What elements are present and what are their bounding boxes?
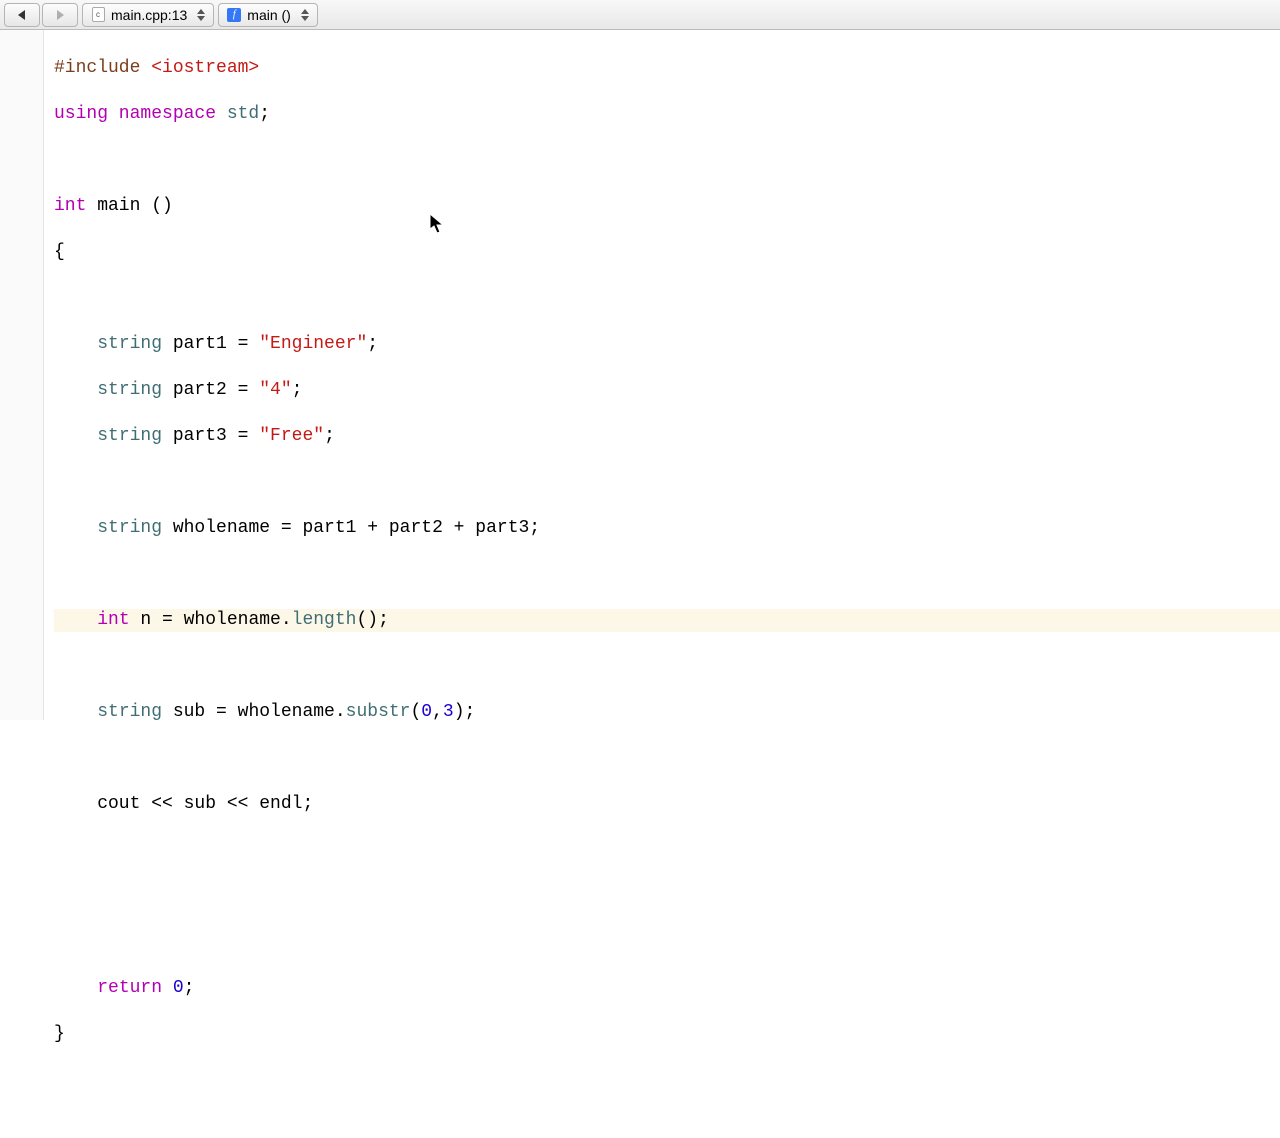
brace: { xyxy=(54,242,65,262)
code-line xyxy=(54,839,1280,862)
nav-forward-button[interactable] xyxy=(42,3,78,27)
code-editor[interactable]: #include <iostream> using namespace std;… xyxy=(44,30,1280,720)
header: <iostream> xyxy=(151,58,259,78)
type: string xyxy=(97,426,162,446)
punct: ( xyxy=(410,702,421,722)
number: 0 xyxy=(173,978,184,998)
identifier: part3 = xyxy=(162,426,259,446)
code-line: } xyxy=(54,1023,1280,1046)
method: length xyxy=(292,610,357,630)
punct: ; xyxy=(259,104,270,124)
identifier: sub = wholename. xyxy=(162,702,346,722)
code-line: string sub = wholename.substr(0,3); xyxy=(54,701,1280,724)
nav-back-button[interactable] xyxy=(4,3,40,27)
code-line xyxy=(54,931,1280,954)
indent xyxy=(54,610,97,630)
file-breadcrumb-label: main.cpp:13 xyxy=(111,7,187,23)
number: 3 xyxy=(443,702,454,722)
code-line xyxy=(54,149,1280,172)
expression: wholename = part1 + part2 + part3; xyxy=(162,518,540,538)
indent xyxy=(54,518,97,538)
code-line: string part3 = "Free"; xyxy=(54,425,1280,448)
string-literal: "4" xyxy=(259,380,291,400)
type: string xyxy=(97,334,162,354)
indent xyxy=(54,978,97,998)
indent xyxy=(54,702,97,722)
code-line: return 0; xyxy=(54,977,1280,1000)
punct: (); xyxy=(356,610,388,630)
identifier: n = wholename. xyxy=(130,610,292,630)
space xyxy=(162,978,173,998)
punct: ; xyxy=(292,380,303,400)
code-line-current: int n = wholename.length(); xyxy=(54,609,1280,632)
triangle-right-icon xyxy=(54,9,66,21)
function-breadcrumb-label: main () xyxy=(247,7,291,23)
punct: ); xyxy=(454,702,476,722)
keyword: int xyxy=(97,610,129,630)
code-line xyxy=(54,287,1280,310)
type: string xyxy=(97,380,162,400)
number: 0 xyxy=(421,702,432,722)
brace: } xyxy=(54,1024,65,1044)
function-icon: f xyxy=(227,8,241,22)
method: substr xyxy=(346,702,411,722)
stepper-icon xyxy=(197,9,205,21)
punct: ; xyxy=(184,978,195,998)
indent xyxy=(54,380,97,400)
indent xyxy=(54,334,97,354)
code-line xyxy=(54,747,1280,770)
editor-toolbar: c main.cpp:13 f main () xyxy=(0,0,1280,30)
code-line: { xyxy=(54,241,1280,264)
code-line: string part1 = "Engineer"; xyxy=(54,333,1280,356)
line-gutter xyxy=(0,30,44,720)
code-line: string part2 = "4"; xyxy=(54,379,1280,402)
punct: , xyxy=(432,702,443,722)
triangle-left-icon xyxy=(16,9,28,21)
identifier: main () xyxy=(86,196,172,216)
type: string xyxy=(97,702,162,722)
keyword: int xyxy=(54,196,86,216)
string-literal: "Engineer" xyxy=(259,334,367,354)
code-line: string wholename = part1 + part2 + part3… xyxy=(54,517,1280,540)
function-breadcrumb[interactable]: f main () xyxy=(218,3,318,27)
code-line: cout << sub << endl; xyxy=(54,793,1280,816)
type: string xyxy=(97,518,162,538)
code-line: int main () xyxy=(54,195,1280,218)
code-line xyxy=(54,563,1280,586)
stepper-icon xyxy=(301,9,309,21)
string-literal: "Free" xyxy=(259,426,324,446)
code-line xyxy=(54,655,1280,678)
file-icon: c xyxy=(91,8,105,22)
file-breadcrumb[interactable]: c main.cpp:13 xyxy=(82,3,214,27)
identifier: part1 = xyxy=(162,334,259,354)
keyword: return xyxy=(97,978,162,998)
identifier: part2 = xyxy=(162,380,259,400)
keyword: using namespace xyxy=(54,104,227,124)
identifier: std xyxy=(227,104,259,124)
preproc: #include xyxy=(54,58,151,78)
code-line: using namespace std; xyxy=(54,103,1280,126)
statement: cout << sub << endl; xyxy=(54,794,313,814)
editor-area: #include <iostream> using namespace std;… xyxy=(0,30,1280,720)
indent xyxy=(54,426,97,446)
code-line xyxy=(54,885,1280,908)
punct: ; xyxy=(324,426,335,446)
code-line: #include <iostream> xyxy=(54,57,1280,80)
punct: ; xyxy=(367,334,378,354)
code-line xyxy=(54,471,1280,494)
